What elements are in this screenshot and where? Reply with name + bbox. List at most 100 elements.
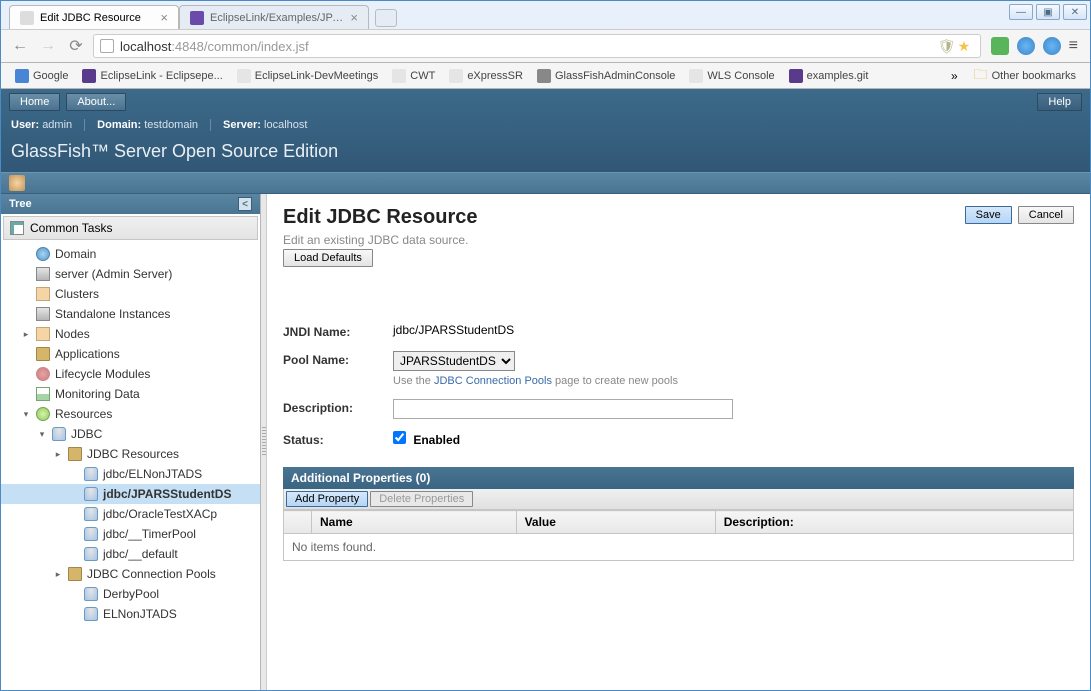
tree-item[interactable]: jdbc/__default <box>1 544 260 564</box>
status-enabled-checkbox[interactable] <box>393 431 406 444</box>
home-button[interactable]: Home <box>9 93 60 111</box>
help-button[interactable]: Help <box>1037 93 1082 111</box>
tree-item-label: Lifecycle Modules <box>55 367 150 381</box>
tree-item-label: JDBC Resources <box>87 447 179 461</box>
other-bookmarks-folder[interactable]: 🗀 Other bookmarks <box>968 62 1082 90</box>
tree-item-label: Monitoring Data <box>55 387 140 401</box>
select-all-column[interactable] <box>284 511 312 534</box>
tree-item[interactable]: ▾Resources <box>1 404 260 424</box>
tree-expander-icon[interactable]: ▾ <box>37 429 47 440</box>
db-icon <box>51 426 67 442</box>
bookmark-item[interactable]: EclipseLink-DevMeetings <box>231 67 385 85</box>
star-icon[interactable]: ★ <box>958 38 974 54</box>
nav-reload-button[interactable]: ⟳ <box>65 35 87 57</box>
cluster-icon <box>35 326 51 342</box>
tree-item-label: jdbc/JPARSStudentDS <box>103 487 231 501</box>
tree-expander-icon[interactable]: ▾ <box>21 409 31 420</box>
pool-name-label: Pool Name: <box>283 351 393 367</box>
bookmark-item[interactable]: GlassFishAdminConsole <box>531 67 681 85</box>
tree-item[interactable]: jdbc/ELNonJTADS <box>1 464 260 484</box>
tree-item[interactable]: jdbc/OracleTestXACp <box>1 504 260 524</box>
db-icon <box>83 466 99 482</box>
browser-window: — ▣ ✕ Edit JDBC Resource × EclipseLink/E… <box>0 0 1091 691</box>
description-input[interactable] <box>393 399 733 419</box>
tree-item[interactable]: ▾JDBC <box>1 424 260 444</box>
bookmarks-overflow[interactable]: » <box>951 69 958 83</box>
main-content: Edit JDBC Resource Edit an existing JDBC… <box>267 194 1090 690</box>
bookmark-item[interactable]: EclipseLink - Eclipsepe... <box>76 67 228 85</box>
cancel-button[interactable]: Cancel <box>1018 206 1074 224</box>
browser-tab-inactive[interactable]: EclipseLink/Examples/JPARS × <box>179 5 369 29</box>
grid-icon <box>10 221 24 235</box>
tree-item-label: jdbc/OracleTestXACp <box>103 507 217 521</box>
tab-favicon <box>190 11 204 25</box>
status-enabled-label: Enabled <box>413 433 460 447</box>
window-minimize-button[interactable]: — <box>1009 4 1033 20</box>
tree-item[interactable]: Applications <box>1 344 260 364</box>
browser-menu-icon[interactable]: ≡ <box>1069 37 1078 55</box>
bookmark-item[interactable]: eXpressSR <box>443 67 529 85</box>
jdbc-pools-link[interactable]: JDBC Connection Pools <box>434 375 552 387</box>
tree-collapse-button[interactable]: < <box>238 197 252 211</box>
bookmark-favicon <box>689 69 703 83</box>
tree-item-label: Clusters <box>55 287 99 301</box>
delete-properties-button[interactable]: Delete Properties <box>370 491 473 507</box>
tree-item[interactable]: Standalone Instances <box>1 304 260 324</box>
properties-table: Name Value Description: No items found. <box>283 510 1074 561</box>
tree-item[interactable]: server (Admin Server) <box>1 264 260 284</box>
tree-item[interactable]: Domain <box>1 244 260 264</box>
description-column-header[interactable]: Description: <box>715 511 1073 534</box>
nav-forward-button[interactable]: → <box>37 35 59 57</box>
tree-item[interactable]: DerbyPool <box>1 584 260 604</box>
bookmark-item[interactable]: examples.git <box>783 67 875 85</box>
extension-icon[interactable] <box>1017 37 1035 55</box>
tree-item[interactable]: jdbc/JPARSStudentDS <box>1 484 260 504</box>
tree-item[interactable]: Lifecycle Modules <box>1 364 260 384</box>
value-column-header[interactable]: Value <box>516 511 715 534</box>
tree-item-label: jdbc/__default <box>103 547 178 561</box>
extension-icon[interactable] <box>991 37 1009 55</box>
tree-expander-icon[interactable]: ▸ <box>21 329 31 340</box>
home-icon[interactable] <box>9 175 25 191</box>
gf-header: Home About... Help User: admin Domain: t… <box>1 89 1090 194</box>
name-column-header[interactable]: Name <box>312 511 517 534</box>
chart-icon <box>35 386 51 402</box>
window-maximize-button[interactable]: ▣ <box>1036 4 1060 20</box>
browser-tab-active[interactable]: Edit JDBC Resource × <box>9 5 179 29</box>
extension-icon[interactable] <box>1043 37 1061 55</box>
tab-close-icon[interactable]: × <box>160 10 168 25</box>
tab-title: EclipseLink/Examples/JPARS <box>210 12 344 24</box>
save-button[interactable]: Save <box>965 206 1012 224</box>
navigation-tree: Tree < Common Tasks Domainserver (Admin … <box>1 194 261 690</box>
add-property-button[interactable]: Add Property <box>286 491 368 507</box>
pool-name-select[interactable]: JPARSStudentDS <box>393 351 515 371</box>
window-close-button[interactable]: ✕ <box>1063 4 1087 20</box>
nav-back-button[interactable]: ← <box>9 35 31 57</box>
tree-item[interactable]: ▸Nodes <box>1 324 260 344</box>
tree-item[interactable]: jdbc/__TimerPool <box>1 524 260 544</box>
no-items-message: No items found. <box>284 534 1074 561</box>
tree-item[interactable]: Monitoring Data <box>1 384 260 404</box>
tree-item-label: Standalone Instances <box>55 307 170 321</box>
bookmark-item[interactable]: WLS Console <box>683 67 780 85</box>
tree-item[interactable]: ▸ JDBC Resources <box>1 444 260 464</box>
bookmark-favicon <box>537 69 551 83</box>
shield-icon[interactable]: 🛡 <box>938 38 954 54</box>
glassfish-admin-console: Home About... Help User: admin Domain: t… <box>1 89 1090 690</box>
load-defaults-button[interactable]: Load Defaults <box>283 249 373 267</box>
tab-close-icon[interactable]: × <box>350 10 358 25</box>
tree-item[interactable]: ▸JDBC Connection Pools <box>1 564 260 584</box>
tree-item-label: Domain <box>55 247 96 261</box>
new-tab-button[interactable] <box>375 9 397 27</box>
common-tasks-link[interactable]: Common Tasks <box>3 216 258 240</box>
tree-item[interactable]: Clusters <box>1 284 260 304</box>
bookmark-item[interactable]: Google <box>9 67 74 85</box>
bookmark-item[interactable]: CWT <box>386 67 441 85</box>
url-input[interactable]: localhost:4848/common/index.jsf 🛡 ★ <box>93 34 981 58</box>
db-icon <box>83 486 99 502</box>
tree-item[interactable]: ELNonJTADS <box>1 604 260 624</box>
tree-expander-icon[interactable]: ▸ <box>53 569 63 580</box>
about-button[interactable]: About... <box>66 93 126 111</box>
tree-expander-icon[interactable]: ▸ <box>53 449 63 460</box>
bookmark-favicon <box>15 69 29 83</box>
